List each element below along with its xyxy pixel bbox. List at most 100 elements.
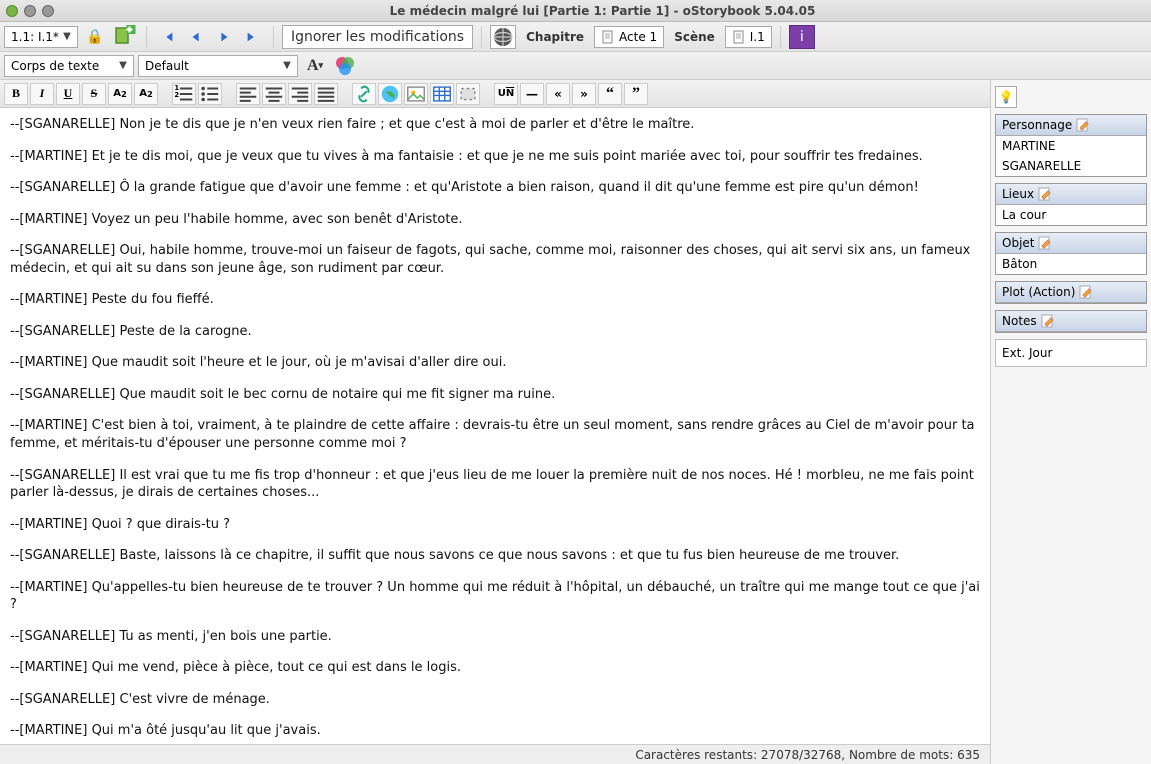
italic-button[interactable]: I: [30, 83, 54, 105]
paragraph[interactable]: --[SGANARELLE] Ô la grande fatigue que d…: [10, 179, 980, 197]
page-icon: [732, 30, 746, 44]
list-item[interactable]: MARTINE: [996, 136, 1146, 156]
paragraph[interactable]: --[MARTINE] Voyez un peu l'habile homme,…: [10, 211, 980, 229]
panel-notes-title: Notes: [1002, 314, 1037, 328]
toolbar-primary: 1.1: I.1* ▼ 🔒 Ignorer les modifications …: [0, 22, 1151, 52]
hr-button[interactable]: —: [520, 83, 544, 105]
edit-icon: [1038, 187, 1052, 201]
edit-icon: [1079, 285, 1093, 299]
panel-notes: Notes: [995, 310, 1147, 333]
last-button[interactable]: [239, 25, 265, 49]
chevron-down-icon: ▼: [279, 60, 295, 71]
dbl-right-button[interactable]: »: [572, 83, 596, 105]
paragraph[interactable]: --[SGANARELLE] Oui, habile homme, trouve…: [10, 242, 980, 277]
font-label: Default: [145, 59, 279, 73]
world-button[interactable]: [378, 83, 402, 105]
list-item[interactable]: Bâton: [996, 254, 1146, 274]
paragraph[interactable]: --[MARTINE] Peste du fou fieffé.: [10, 291, 980, 309]
prev-button[interactable]: [183, 25, 209, 49]
acte-label: Acte 1: [619, 30, 657, 44]
window-titlebar: Le médecin malgré lui [Partie 1: Partie …: [0, 0, 1151, 22]
underline-button[interactable]: U: [56, 83, 80, 105]
window-title: Le médecin malgré lui [Partie 1: Partie …: [60, 4, 1145, 18]
close-icon[interactable]: [6, 5, 18, 17]
paragraph[interactable]: --[SGANARELLE] Baste, laissons là ce cha…: [10, 547, 980, 565]
paragraph[interactable]: --[MARTINE] Et je te dis moi, que je veu…: [10, 148, 980, 166]
table-button[interactable]: [430, 83, 454, 105]
paragraph[interactable]: --[SGANARELLE] Tu as menti, j'en bois un…: [10, 628, 980, 646]
paragraph[interactable]: --[MARTINE] Que maudit soit l'heure et l…: [10, 354, 980, 372]
panel-objet: Objet Bâton: [995, 232, 1147, 275]
object-button[interactable]: [456, 83, 480, 105]
lock-icon[interactable]: 🔒: [82, 25, 108, 49]
panel-objet-title: Objet: [1002, 236, 1034, 250]
panel-lieux-title: Lieux: [1002, 187, 1034, 201]
paragraph[interactable]: --[SGANARELLE] Peste de la carogne.: [10, 323, 980, 341]
color-icon[interactable]: [332, 54, 358, 78]
font-size-icon[interactable]: A▾: [302, 54, 328, 78]
scene-combo[interactable]: 1.1: I.1* ▼: [4, 26, 78, 48]
left-quote-button[interactable]: “: [598, 83, 622, 105]
globe-icon[interactable]: [490, 25, 516, 49]
align-justify-button[interactable]: [314, 83, 338, 105]
status-text: Caractères restants: 27078/32768, Nombre…: [635, 748, 980, 762]
link-button[interactable]: [352, 83, 376, 105]
panel-plot-header[interactable]: Plot (Action): [996, 282, 1146, 303]
unordered-list-button[interactable]: [198, 83, 222, 105]
ignore-modifications-button[interactable]: Ignorer les modifications: [282, 25, 473, 49]
panel-personnage: Personnage MARTINESGANARELLE: [995, 114, 1147, 177]
panel-objet-header[interactable]: Objet: [996, 233, 1146, 254]
maximize-icon[interactable]: [24, 5, 36, 17]
chevron-down-icon: ▼: [59, 31, 75, 42]
paragraph[interactable]: --[SGANARELLE] Non je te dis que je n'en…: [10, 116, 980, 134]
bold-button[interactable]: B: [4, 83, 28, 105]
minimize-icon[interactable]: [42, 5, 54, 17]
acte-chip[interactable]: Acte 1: [594, 26, 664, 48]
paragraph[interactable]: --[MARTINE] Qu'appelles-tu bien heureuse…: [10, 579, 980, 614]
right-quote-button[interactable]: ”: [624, 83, 648, 105]
status-bar: Caractères restants: 27078/32768, Nombre…: [0, 744, 990, 764]
subscript-button[interactable]: A2: [108, 83, 132, 105]
lieux-list: La cour: [996, 205, 1146, 225]
edit-icon: [1076, 118, 1090, 132]
ext-label[interactable]: Ext. Jour: [996, 340, 1146, 366]
page-icon: [601, 30, 615, 44]
align-left-button[interactable]: [236, 83, 260, 105]
list-item[interactable]: SGANARELLE: [996, 156, 1146, 176]
paragraph[interactable]: --[SGANARELLE] C'est vivre de ménage.: [10, 691, 980, 709]
paragraph-style-combo[interactable]: Corps de texte ▼: [4, 55, 134, 77]
paragraph[interactable]: --[MARTINE] Qui me vend, pièce à pièce, …: [10, 659, 980, 677]
paragraph[interactable]: --[MARTINE] C'est bien à toi, vraiment, …: [10, 417, 980, 452]
editor-pane: B I U S A2 A2 12: [0, 80, 991, 764]
list-item[interactable]: La cour: [996, 205, 1146, 225]
panel-ext: Ext. Jour: [995, 339, 1147, 367]
info-icon[interactable]: i: [789, 25, 815, 49]
panel-lieux-header[interactable]: Lieux: [996, 184, 1146, 205]
un-button[interactable]: UN: [494, 83, 518, 105]
chapitre-label: Chapitre: [520, 30, 590, 44]
side-panel: 💡 Personnage MARTINESGANARELLE Lieux La …: [991, 80, 1151, 764]
font-combo[interactable]: Default ▼: [138, 55, 298, 77]
superscript-button[interactable]: A2: [134, 83, 158, 105]
ordered-list-button[interactable]: 12: [172, 83, 196, 105]
align-right-button[interactable]: [288, 83, 312, 105]
add-icon[interactable]: [112, 25, 138, 49]
dbl-left-button[interactable]: «: [546, 83, 570, 105]
next-button[interactable]: [211, 25, 237, 49]
personnage-list: MARTINESGANARELLE: [996, 136, 1146, 176]
paragraph[interactable]: --[MARTINE] Quoi ? que dirais-tu ?: [10, 516, 980, 534]
panel-lieux: Lieux La cour: [995, 183, 1147, 226]
chevron-down-icon: ▼: [115, 60, 131, 71]
paragraph[interactable]: --[SGANARELLE] Il est vrai que tu me fis…: [10, 467, 980, 502]
panel-personnage-header[interactable]: Personnage: [996, 115, 1146, 136]
align-center-button[interactable]: [262, 83, 286, 105]
paragraph[interactable]: --[MARTINE] Qui m'a ôté jusqu'au lit que…: [10, 722, 980, 740]
paragraph[interactable]: --[SGANARELLE] Que maudit soit le bec co…: [10, 386, 980, 404]
image-button[interactable]: [404, 83, 428, 105]
scene-chip[interactable]: I.1: [725, 26, 772, 48]
text-editor[interactable]: --[SGANARELLE] Non je te dis que je n'en…: [0, 108, 990, 744]
strike-button[interactable]: S: [82, 83, 106, 105]
first-button[interactable]: [155, 25, 181, 49]
panel-notes-header[interactable]: Notes: [996, 311, 1146, 332]
idea-button[interactable]: 💡: [995, 86, 1017, 108]
